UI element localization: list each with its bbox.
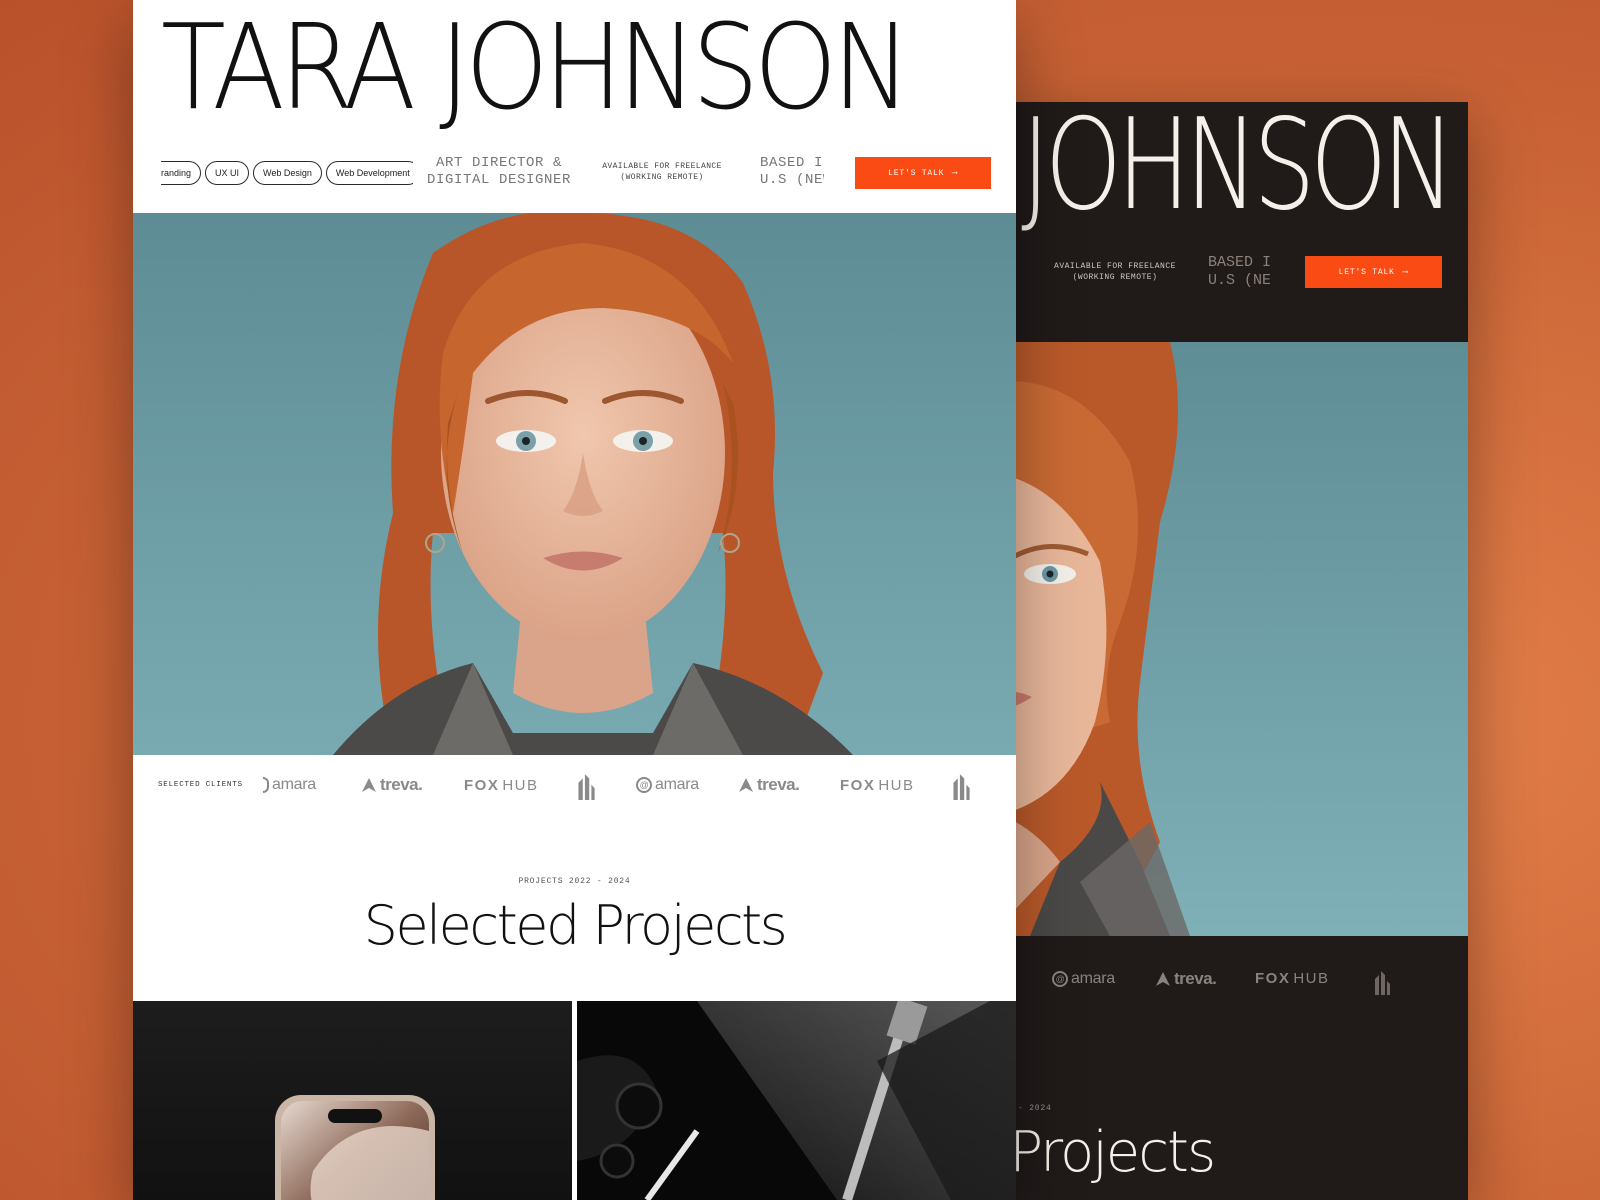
light-theme-preview: TARA JOHNSON Branding UX UI Web Design W… bbox=[133, 0, 1016, 1200]
client-logo-foxhub: FOX HUB bbox=[1255, 970, 1330, 987]
arrow-right-icon: ⟶ bbox=[952, 169, 958, 178]
treva-mark-icon bbox=[1156, 972, 1170, 986]
client-logo-treva: treva. bbox=[1155, 969, 1217, 989]
tag-web-design[interactable]: Web Design bbox=[253, 161, 322, 185]
cta-label: LET'S TALK bbox=[888, 168, 945, 178]
projects-eyebrow: PROJECTS 2022 - 2024 bbox=[518, 877, 631, 886]
role-line: ART DIRECTOR & bbox=[435, 155, 563, 171]
tower-device-image bbox=[577, 1001, 1016, 1200]
client-logo-amara: @ amara bbox=[1052, 970, 1115, 988]
client-logo-foxhub: FOX HUB bbox=[464, 777, 539, 794]
portrait-photo-dark bbox=[990, 342, 1468, 936]
role-title: ART DIRECTOR & DIGITAL DESIGNER bbox=[419, 155, 579, 189]
project-card-phone[interactable] bbox=[133, 1001, 572, 1200]
project-card-tower[interactable] bbox=[577, 1001, 1016, 1200]
treva-mark-icon bbox=[362, 778, 376, 792]
location-dark: BASED IN U.S (NEW YORK) bbox=[1208, 254, 1270, 290]
availability: AVAILABLE FOR FREELANCE (WORKING REMOTE) bbox=[597, 162, 727, 184]
dark-theme-preview: JOHNSON R AVAILABLE FOR FREELANCE (WORKI… bbox=[990, 102, 1468, 1200]
tag-ux-ui[interactable]: UX UI bbox=[205, 161, 250, 185]
building-logo-icon bbox=[576, 772, 596, 800]
logo-text: HUB bbox=[1293, 970, 1330, 987]
location: BASED IN U.S (NEW YORK) bbox=[760, 155, 824, 189]
logo-text: FOX bbox=[464, 777, 500, 794]
client-logo-amara: amara bbox=[263, 776, 316, 794]
logo-text: FOX bbox=[840, 777, 876, 794]
availability-line: AVAILABLE FOR FREELANCE bbox=[1054, 262, 1176, 271]
lets-talk-button-dark[interactable]: LET'S TALK ⟶ bbox=[1305, 256, 1442, 288]
availability-line: AVAILABLE FOR FREELANCE bbox=[602, 162, 722, 171]
projects-heading: Selected Projects bbox=[363, 894, 788, 957]
logo-text: treva. bbox=[380, 775, 423, 794]
amara-mark-icon: @ bbox=[1052, 971, 1068, 987]
client-logo-amara: @ amara bbox=[636, 776, 699, 794]
portrait-photo bbox=[133, 213, 1016, 755]
location-line: U.S (NEW YORK) bbox=[760, 171, 824, 188]
hero-name: TARA JOHNSON bbox=[161, 0, 911, 136]
hero-name-dark: JOHNSON bbox=[1021, 102, 1455, 238]
service-tags: Branding UX UI Web Design Web Developmen… bbox=[161, 161, 413, 185]
tag-web-development[interactable]: Web Development bbox=[325, 161, 413, 185]
client-logo-treva: treva. bbox=[738, 775, 800, 795]
location-line: BASED IN bbox=[1208, 254, 1270, 271]
cta-label: LET'S TALK bbox=[1338, 267, 1395, 277]
logo-text: HUB bbox=[502, 777, 539, 794]
arrow-right-icon: ⟶ bbox=[1402, 268, 1409, 277]
tag-branding[interactable]: Branding bbox=[161, 161, 202, 185]
client-logo-treva: treva. bbox=[361, 775, 423, 795]
logo-text: HUB bbox=[878, 777, 915, 794]
role-line: DIGITAL DESIGNER bbox=[426, 171, 572, 188]
availability-line: (WORKING REMOTE) bbox=[1072, 272, 1158, 282]
location-line: BASED IN bbox=[760, 155, 824, 171]
amara-mark-icon: @ bbox=[636, 777, 652, 793]
treva-mark-icon bbox=[739, 778, 753, 792]
client-logo-foxhub: FOX HUB bbox=[840, 777, 915, 794]
building-logo-icon bbox=[951, 772, 971, 800]
logo-text: amara bbox=[655, 776, 699, 793]
building-logo-icon bbox=[1373, 969, 1391, 995]
logo-text: FOX bbox=[1255, 970, 1291, 987]
client-logos: SELECTED CLIENTS amara treva. FOX HUB @ a… bbox=[133, 755, 1016, 817]
amara-mark-icon bbox=[263, 777, 269, 793]
phone-mockup-image bbox=[275, 1095, 435, 1200]
client-logos-dark: @ amara treva. FOX HUB bbox=[990, 952, 1468, 1012]
availability-line: (WORKING REMOTE) bbox=[620, 172, 704, 182]
logo-text: amara bbox=[272, 776, 316, 793]
location-line: U.S (NEW YORK) bbox=[1208, 272, 1270, 289]
availability-dark: AVAILABLE FOR FREELANCE (WORKING REMOTE) bbox=[1045, 262, 1185, 284]
clients-label: SELECTED CLIENTS bbox=[158, 781, 243, 789]
lets-talk-button[interactable]: LET'S TALK ⟶ bbox=[855, 157, 991, 189]
logo-text: amara bbox=[1071, 970, 1115, 987]
logo-text: treva. bbox=[1174, 969, 1217, 988]
projects-heading-dark: l Projects bbox=[990, 1120, 1216, 1185]
logo-text: treva. bbox=[757, 775, 800, 794]
